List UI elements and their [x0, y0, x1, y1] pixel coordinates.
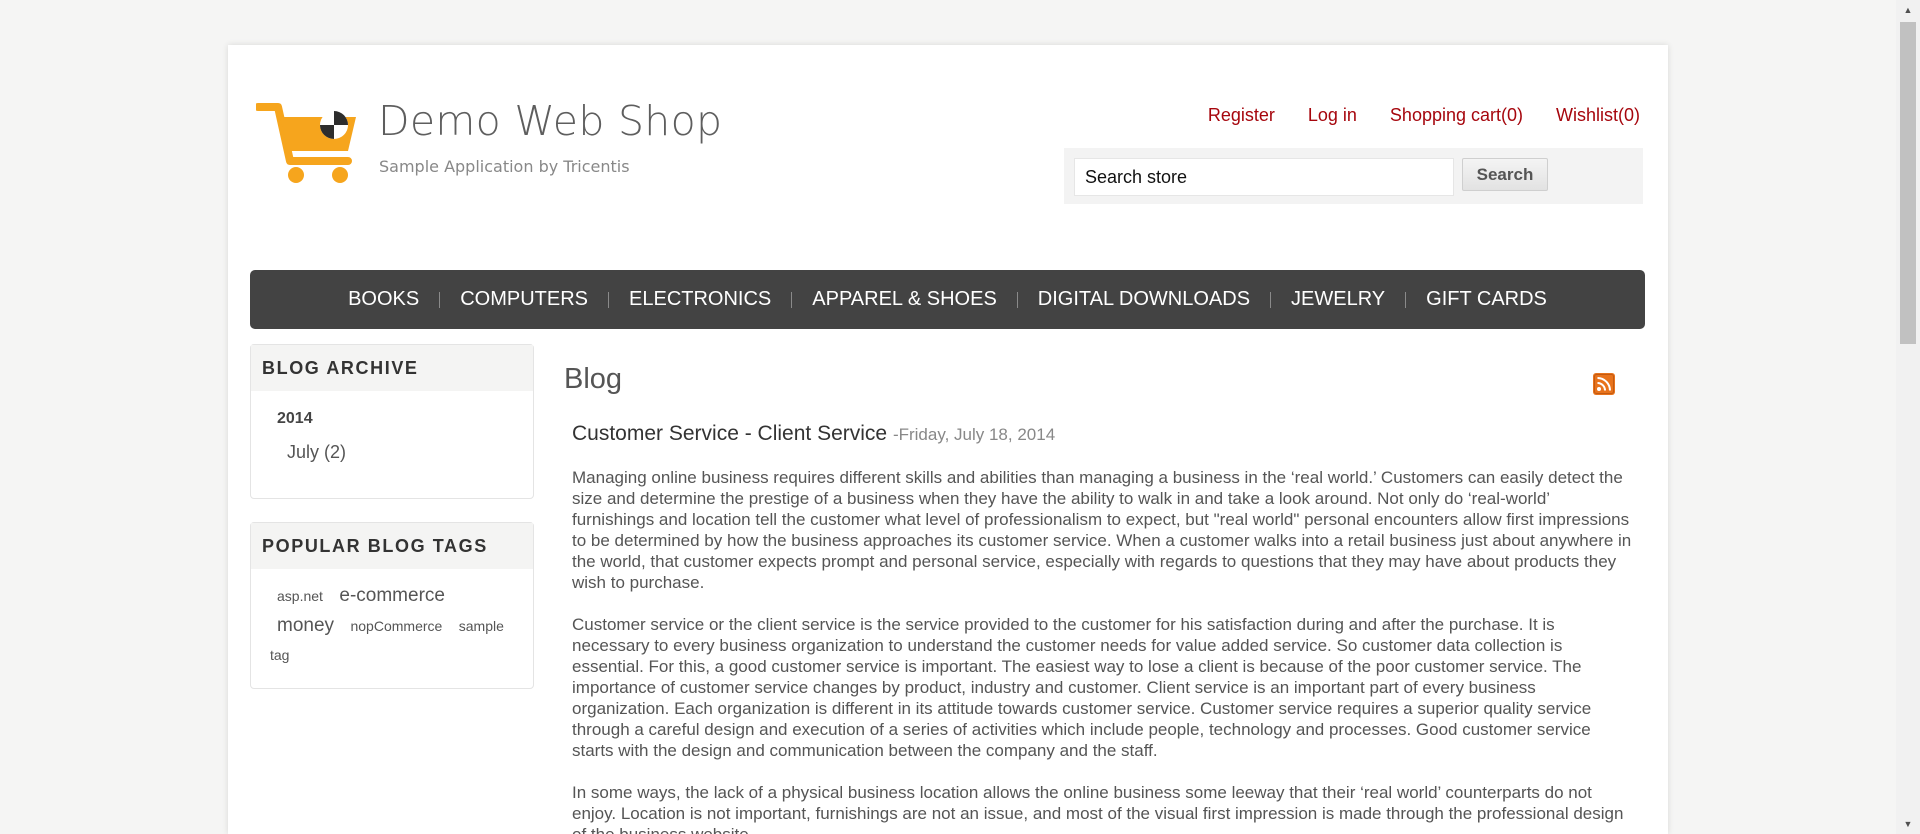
- search-input[interactable]: [1074, 158, 1454, 196]
- vertical-scrollbar[interactable]: ▲ ▼: [1896, 0, 1920, 834]
- blog-archive-block: BLOG ARCHIVE 2014 July (2): [250, 344, 534, 499]
- shopping-cart-logo-icon[interactable]: [256, 99, 366, 185]
- logo-title[interactable]: Demo Web Shop: [378, 97, 722, 145]
- menu-item-label: BOOKS: [348, 288, 420, 310]
- post-header: Customer Service - Client Service -Frida…: [572, 422, 1055, 446]
- menu-item-label: JEWELRY: [1291, 288, 1386, 310]
- rss-icon[interactable]: [1593, 373, 1615, 395]
- popular-tags-block: POPULAR BLOG TAGS asp.net e-commerce mon…: [250, 522, 534, 689]
- menu-item-electronics[interactable]: ELECTRONICS: [609, 288, 791, 311]
- menu-item-label: ELECTRONICS: [629, 288, 772, 310]
- menu-item-label: COMPUTERS: [460, 288, 589, 310]
- menu-item-label: GIFT CARDS: [1426, 288, 1547, 310]
- scrollbar-thumb[interactable]: [1900, 22, 1916, 344]
- login-link[interactable]: Log in: [1308, 105, 1357, 126]
- menu-item-jewelry[interactable]: JEWELRY: [1271, 288, 1405, 311]
- tag-link[interactable]: nopCommerce: [350, 618, 442, 634]
- tag-link[interactable]: sample: [459, 618, 504, 634]
- logo-subtitle: Sample Application by Tricentis: [379, 157, 630, 176]
- menu-item-apparel-shoes[interactable]: APPAREL & SHOES: [792, 288, 1017, 311]
- menu-item-label: DIGITAL DOWNLOADS: [1037, 288, 1251, 310]
- menu-item-gift-cards[interactable]: GIFT CARDS: [1406, 288, 1567, 311]
- post-paragraph: Managing online business requires differ…: [572, 468, 1632, 592]
- tag-link[interactable]: e-commerce: [339, 585, 445, 606]
- post-paragraph: Customer service or the client service i…: [572, 615, 1592, 760]
- menu-item-digital-downloads[interactable]: DIGITAL DOWNLOADS: [1018, 288, 1270, 311]
- scroll-up-arrow-icon[interactable]: ▲: [1896, 0, 1920, 20]
- post-title-link[interactable]: Customer Service - Client Service: [572, 422, 887, 445]
- menu-item-books[interactable]: BOOKS: [328, 288, 439, 311]
- post-date: -Friday, July 18, 2014: [892, 425, 1056, 444]
- shopping-cart-link[interactable]: Shopping cart(0): [1390, 105, 1523, 126]
- tag-link[interactable]: tag: [270, 647, 289, 663]
- archive-year: 2014: [277, 410, 313, 427]
- scroll-down-arrow-icon[interactable]: ▼: [1896, 814, 1920, 834]
- post-paragraph: In some ways, the lack of a physical bus…: [572, 783, 1624, 834]
- search-box: Search: [1064, 148, 1643, 204]
- archive-month-link[interactable]: July (2): [287, 442, 346, 463]
- tag-cloud: asp.net e-commerce money nopCommerce sam…: [269, 581, 529, 670]
- tag-link[interactable]: asp.net: [277, 588, 323, 604]
- blog-archive-title: BLOG ARCHIVE: [251, 345, 533, 391]
- top-menu: BOOKS COMPUTERS ELECTRONICS APPAREL & SH…: [250, 270, 1645, 329]
- header-links: Register Log in Shopping cart(0) Wishlis…: [1175, 105, 1640, 126]
- menu-item-label: APPAREL & SHOES: [812, 288, 997, 310]
- page-container: Demo Web Shop Sample Application by Tric…: [228, 45, 1668, 834]
- post-body: Managing online business requires differ…: [572, 467, 1636, 834]
- tag-link[interactable]: money: [277, 615, 334, 636]
- popular-tags-title: POPULAR BLOG TAGS: [251, 523, 533, 569]
- menu-item-computers[interactable]: COMPUTERS: [440, 288, 608, 311]
- page-title: Blog: [564, 363, 623, 395]
- search-button[interactable]: Search: [1462, 158, 1548, 191]
- wishlist-link[interactable]: Wishlist(0): [1556, 105, 1640, 126]
- register-link[interactable]: Register: [1208, 105, 1275, 126]
